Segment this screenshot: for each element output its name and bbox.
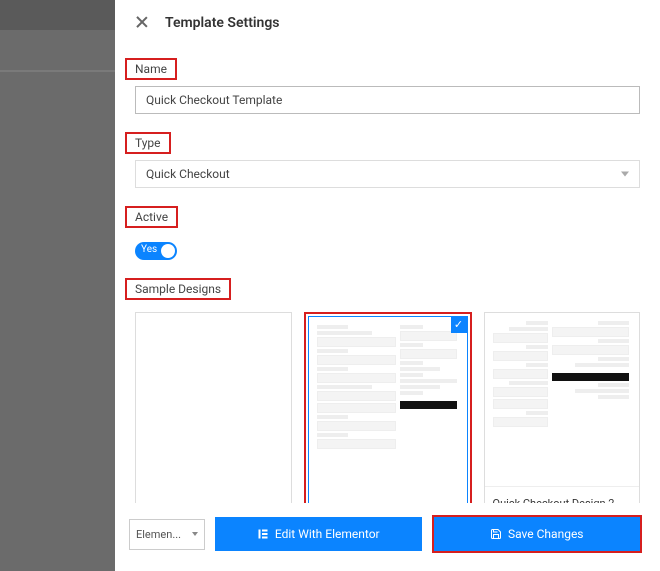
edit-with-elementor-button[interactable]: Edit With Elementor bbox=[215, 517, 422, 551]
elementor-icon bbox=[257, 528, 269, 540]
toggle-knob bbox=[161, 244, 175, 258]
editor-select-value: Elemen... bbox=[136, 528, 181, 541]
panel-header: Template Settings bbox=[115, 0, 660, 40]
settings-panel: Template Settings Name Type Quick Checko… bbox=[115, 0, 660, 571]
editor-select[interactable]: Elemen... bbox=[129, 519, 205, 550]
chevron-down-icon bbox=[621, 172, 629, 177]
type-value: Quick Checkout bbox=[146, 167, 230, 181]
save-button-highlight: Save Changes bbox=[432, 515, 643, 553]
name-input[interactable] bbox=[135, 86, 640, 114]
design-2-preview bbox=[485, 313, 640, 486]
design-1-preview bbox=[309, 317, 467, 505]
backdrop bbox=[0, 0, 115, 571]
selected-check-icon: ✓ bbox=[451, 317, 467, 333]
panel-content: Name Type Quick Checkout Active Yes Samp… bbox=[115, 40, 660, 545]
save-icon bbox=[490, 528, 502, 540]
active-toggle[interactable]: Yes bbox=[135, 242, 177, 260]
type-select[interactable]: Quick Checkout bbox=[135, 160, 640, 188]
type-label: Type bbox=[125, 132, 171, 154]
panel-footer: Elemen... Edit With Elementor Save Chang… bbox=[115, 503, 660, 571]
active-label: Active bbox=[125, 206, 178, 228]
toggle-label: Yes bbox=[141, 244, 157, 255]
panel-title: Template Settings bbox=[165, 15, 280, 31]
name-label: Name bbox=[125, 58, 177, 80]
save-button-label: Save Changes bbox=[508, 527, 584, 541]
sample-designs-label: Sample Designs bbox=[125, 278, 231, 300]
close-icon[interactable] bbox=[133, 14, 151, 32]
save-changes-button[interactable]: Save Changes bbox=[434, 517, 641, 551]
edit-button-label: Edit With Elementor bbox=[275, 527, 380, 541]
chevron-down-icon bbox=[192, 532, 199, 536]
design-card-blank[interactable] bbox=[135, 312, 292, 510]
